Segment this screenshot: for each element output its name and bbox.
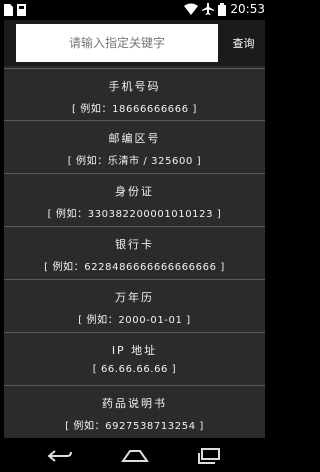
search-input[interactable]	[16, 24, 218, 62]
item-example: [ 例如：6228486666666666666 ]	[44, 262, 225, 273]
list-item-postcode[interactable]: 邮编区号 [ 例如：乐清市 / 325600 ]	[4, 120, 265, 171]
status-left	[4, 4, 26, 16]
list-item-phone[interactable]: 手机号码 [ 例如：18666666666 ]	[4, 68, 265, 119]
battery-icon	[218, 2, 227, 16]
item-example: [ 66.66.66.66 ]	[92, 364, 177, 375]
home-icon	[121, 450, 149, 462]
wifi-icon	[184, 3, 199, 15]
back-icon	[47, 450, 72, 462]
item-example: [ 例如：330382200001010123 ]	[47, 209, 222, 220]
item-title: 手机号码	[108, 80, 161, 93]
item-title: 身份证	[115, 185, 154, 198]
list-item-bank-card[interactable]: 银行卡 [ 例如：6228486666666666666 ]	[4, 226, 265, 277]
item-example: [ 例如：6927538713254 ]	[65, 421, 204, 432]
status-bar: 20:53	[0, 0, 269, 20]
app-content: 查询 手机号码 [ 例如：18666666666 ] 邮编区号 [ 例如：乐清市…	[4, 20, 265, 438]
airplane-icon	[202, 3, 215, 15]
home-button[interactable]	[115, 444, 155, 468]
item-example: [ 例如：2000-01-01 ]	[78, 315, 191, 326]
item-title: 万年历	[115, 291, 154, 304]
item-example: [ 例如：乐清市 / 325600 ]	[67, 156, 202, 167]
search-button[interactable]: 查询	[222, 24, 265, 62]
recent-apps-button[interactable]	[189, 444, 229, 468]
item-example: [ 例如：18666666666 ]	[72, 104, 197, 115]
item-title: IP 地址	[111, 344, 158, 357]
item-title: 银行卡	[115, 238, 154, 251]
recent-apps-icon	[198, 448, 220, 464]
list-item-drug-manual[interactable]: 药品说明书 [ 例如：6927538713254 ]	[4, 385, 265, 436]
item-title: 邮编区号	[108, 132, 161, 145]
list-item-id-card[interactable]: 身份证 [ 例如：330382200001010123 ]	[4, 173, 265, 224]
sim-card-icon	[4, 4, 13, 16]
sd-card-icon	[17, 4, 26, 16]
list-item-calendar[interactable]: 万年历 [ 例如：2000-01-01 ]	[4, 279, 265, 330]
item-title: 药品说明书	[102, 397, 167, 410]
status-time: 20:53	[230, 2, 265, 16]
back-button[interactable]	[40, 444, 80, 468]
search-bar-edge	[4, 24, 10, 62]
navigation-bar	[0, 438, 269, 472]
search-bar: 查询	[4, 20, 265, 66]
status-right: 20:53	[184, 2, 265, 16]
list-item-ip-address[interactable]: IP 地址 [ 66.66.66.66 ]	[4, 332, 265, 383]
